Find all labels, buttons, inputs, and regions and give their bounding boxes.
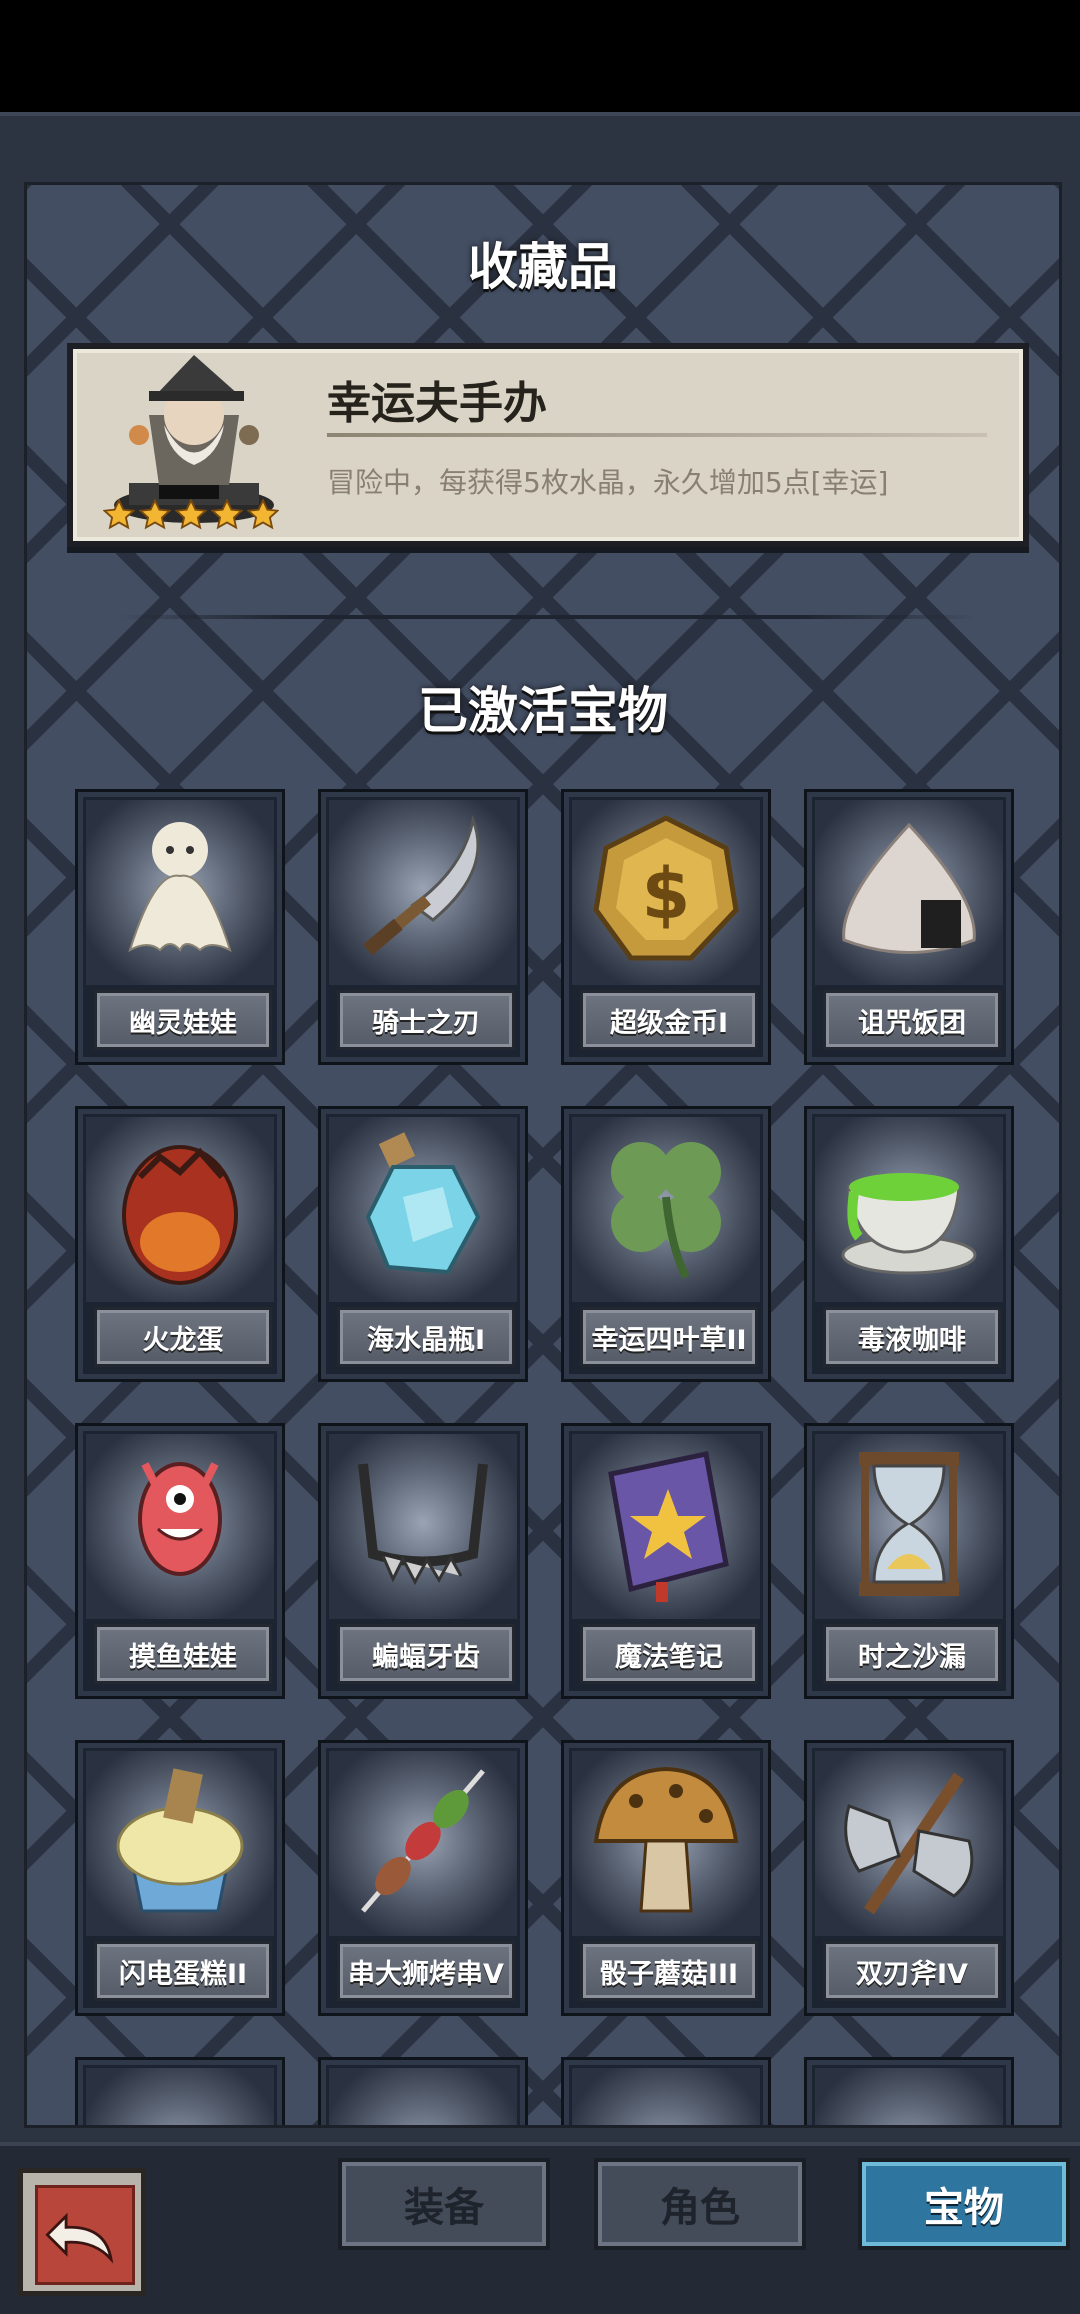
back-arrow-icon [35, 2185, 135, 2285]
treasure-card[interactable]: 双刃斧IV [804, 1740, 1014, 2016]
knight-blade-icon [363, 814, 480, 956]
treasure-card[interactable]: 幽灵娃娃 [75, 789, 285, 1065]
treasure-card[interactable]: 魔法笔记 [561, 1423, 771, 1699]
collection-title: 收藏品 [468, 238, 618, 296]
svg-text:$: $ [642, 853, 691, 935]
main-frame: 收藏品 幸运夫手办 冒险中，每获得5枚水晶，永久增加5点[幸运] 已激活宝物 幽… [0, 112, 1080, 2146]
bottom-nav: 装备 角色 宝物 [0, 2142, 1080, 2314]
tab-equipment[interactable]: 装备 [338, 2158, 550, 2250]
skewer-icon [361, 1769, 485, 1913]
treasure-label: 时之沙漏 [823, 1624, 1001, 1684]
star-icon [247, 499, 279, 530]
rating-stars [103, 499, 279, 531]
bat-fang-icon [358, 1463, 488, 1586]
treasure-card[interactable]: 蝙蝠牙齿 [318, 1423, 528, 1699]
collection-card[interactable]: 幸运夫手办 冒险中，每获得5枚水晶，永久增加5点[幸运] [67, 343, 1029, 547]
back-button[interactable] [18, 2168, 146, 2296]
treasure-label: 海水晶瓶I [337, 1307, 515, 1367]
treasure-card[interactable]: 骑士之刃 [318, 789, 528, 1065]
treasure-card[interactable]: 摸鱼娃娃 [75, 1423, 285, 1699]
fish-doll-icon [138, 1462, 222, 1576]
tab-treasure[interactable]: 宝物 [858, 2158, 1070, 2250]
treasure-label: 诅咒饭团 [823, 990, 1001, 1050]
treasure-card[interactable]: $ 超级金币I [561, 789, 771, 1065]
treasure-label: 魔法笔记 [580, 1624, 758, 1684]
ghost-doll-icon [128, 822, 232, 953]
treasure-card[interactable]: 毒液咖啡 [804, 1106, 1014, 1382]
crystal-bottle-icon [365, 1132, 481, 1275]
double-axe-icon [844, 1772, 974, 1915]
treasure-card[interactable]: 海水晶瓶I [318, 1106, 528, 1382]
treasure-card[interactable]: 时之沙漏 [804, 1423, 1014, 1699]
star-icon [139, 499, 171, 530]
activated-title: 已激活宝物 [418, 682, 668, 740]
treasure-label: 蝙蝠牙齿 [337, 1624, 515, 1684]
treasure-label: 双刃斧IV [823, 1941, 1001, 2001]
treasure-label: 串大狮烤串V [337, 1941, 515, 2001]
status-bar [0, 0, 1080, 112]
star-icon [175, 499, 207, 530]
hourglass-icon [859, 1452, 959, 1596]
collection-item-name: 幸运夫手办 [327, 378, 547, 429]
treasure-label: 骑士之刃 [337, 990, 515, 1050]
treasure-label: 摸鱼娃娃 [94, 1624, 272, 1684]
treasure-label: 骰子蘑菇III [580, 1941, 758, 2001]
treasure-label: 幸运四叶草II [580, 1307, 758, 1367]
treasure-label: 毒液咖啡 [823, 1307, 1001, 1367]
dragon-egg-icon [122, 1145, 238, 1285]
treasure-card-partial[interactable] [804, 2057, 1014, 2125]
mushroom-icon [593, 1766, 739, 1913]
treasure-card-partial[interactable] [318, 2057, 528, 2125]
treasure-card[interactable]: 幸运四叶草II [561, 1106, 771, 1382]
treasure-card[interactable]: 骰子蘑菇III [561, 1740, 771, 2016]
collection-item-desc: 冒险中，每获得5枚水晶，永久增加5点[幸运] [327, 466, 889, 499]
section-divider [117, 615, 977, 619]
magic-book-icon [608, 1451, 729, 1602]
gold-coin-icon: $ [593, 815, 739, 961]
treasure-card[interactable]: 串大狮烤串V [318, 1740, 528, 2016]
poison-coffee-icon [841, 1173, 977, 1275]
treasure-label: 火龙蛋 [94, 1307, 272, 1367]
tab-character[interactable]: 角色 [594, 2158, 806, 2250]
treasure-card[interactable]: 诅咒饭团 [804, 789, 1014, 1065]
treasure-card-partial[interactable] [561, 2057, 771, 2125]
star-icon [103, 499, 135, 530]
treasure-card[interactable]: 闪电蛋糕II [75, 1740, 285, 2016]
treasure-card[interactable]: 火龙蛋 [75, 1106, 285, 1382]
divider [327, 433, 987, 437]
treasure-panel: 收藏品 幸运夫手办 冒险中，每获得5枚水晶，永久增加5点[幸运] 已激活宝物 幽… [24, 182, 1062, 2128]
cupcake-icon [116, 1768, 244, 1913]
treasure-label: 超级金币I [580, 990, 758, 1050]
treasure-card-partial[interactable] [75, 2057, 285, 2125]
clover-icon [611, 1142, 721, 1279]
star-icon [211, 499, 243, 530]
rice-ball-icon [842, 822, 976, 954]
treasure-label: 幽灵娃娃 [94, 990, 272, 1050]
treasure-label: 闪电蛋糕II [94, 1941, 272, 2001]
